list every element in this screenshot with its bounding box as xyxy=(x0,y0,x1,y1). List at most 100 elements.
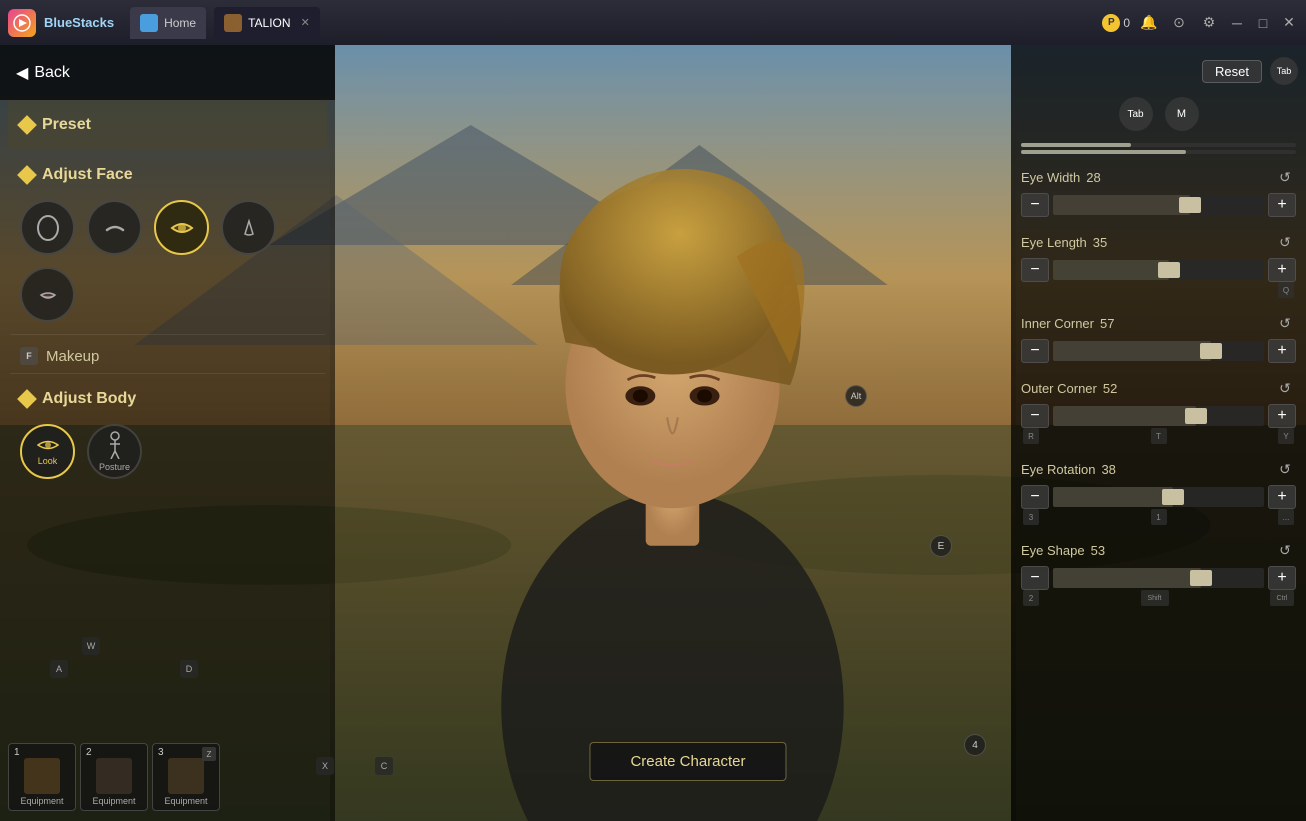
equip-slot-2[interactable]: 2 Equipment xyxy=(80,743,148,811)
eye-rotation-track[interactable] xyxy=(1053,487,1264,507)
eye-width-reset-btn[interactable]: ↺ xyxy=(1274,166,1296,188)
m-circle-btn[interactable]: M xyxy=(1165,97,1199,131)
brand-name: BlueStacks xyxy=(44,15,114,30)
character-area xyxy=(330,95,1016,821)
eye-width-fill xyxy=(1053,195,1190,215)
eye-shape-fill xyxy=(1053,568,1201,588)
lips-btn[interactable] xyxy=(20,267,75,322)
tab-key-badge[interactable]: Tab xyxy=(1270,57,1298,85)
inner-corner-row: Inner Corner 57 ↺ − + xyxy=(1021,312,1296,363)
inner-corner-label: Inner Corner xyxy=(1021,316,1094,331)
equip-number-3: 3 xyxy=(158,747,164,758)
eye-length-label: Eye Length xyxy=(1021,235,1087,250)
equip-number-2: 2 xyxy=(86,747,92,758)
divider-1 xyxy=(10,334,325,335)
tab-circle-btn[interactable]: Tab xyxy=(1119,97,1153,131)
dot-key-badge: ... xyxy=(1278,509,1294,525)
thin-slider-2 xyxy=(1021,150,1296,154)
outer-corner-keys: R T Y xyxy=(1021,428,1296,444)
outer-corner-track[interactable] xyxy=(1053,406,1264,426)
outer-corner-controls: − + xyxy=(1021,404,1296,428)
adjust-body-label: Adjust Body xyxy=(42,390,136,408)
eye-shape-minus-btn[interactable]: − xyxy=(1021,566,1049,590)
eye-shape-plus-btn[interactable]: + xyxy=(1268,566,1296,590)
eye-length-plus-btn[interactable]: + xyxy=(1268,258,1296,282)
inner-corner-track[interactable] xyxy=(1053,341,1264,361)
eye-rotation-thumb xyxy=(1162,489,1184,505)
gear-icon[interactable]: ⚙ xyxy=(1198,12,1220,34)
eye-rotation-reset-btn[interactable]: ↺ xyxy=(1274,458,1296,480)
face-shape-btn[interactable] xyxy=(20,200,75,255)
title-bar: BlueStacks Home TALION ✕ P 0 🔔 ⊙ ⚙ ─ □ ✕ xyxy=(0,0,1306,45)
eyebrow-btn[interactable] xyxy=(87,200,142,255)
eye-rotation-minus-btn[interactable]: − xyxy=(1021,485,1049,509)
equip-slot-3[interactable]: 3 Z Equipment xyxy=(152,743,220,811)
inner-corner-plus-btn[interactable]: + xyxy=(1268,339,1296,363)
outer-corner-plus-btn[interactable]: + xyxy=(1268,404,1296,428)
eye-width-row: Eye Width 28 ↺ − + xyxy=(1021,166,1296,217)
preset-label: Preset xyxy=(42,116,91,134)
posture-label: Posture xyxy=(99,462,130,472)
eye-rotation-label-row: Eye Rotation 38 ↺ xyxy=(1021,458,1296,480)
eye-width-track[interactable] xyxy=(1053,195,1264,215)
adjust-face-label: Adjust Face xyxy=(42,166,133,184)
eye-width-thumb xyxy=(1179,197,1201,213)
eye-shape-controls: − + xyxy=(1021,566,1296,590)
outer-corner-minus-btn[interactable]: − xyxy=(1021,404,1049,428)
eye-shape-label-row: Eye Shape 53 ↺ xyxy=(1021,539,1296,561)
maximize-icon[interactable]: □ xyxy=(1254,14,1272,32)
game-icon xyxy=(224,14,242,32)
eye-length-track[interactable] xyxy=(1053,260,1264,280)
back-button[interactable]: ◀ Back xyxy=(16,63,70,83)
shift-key-badge: Shift xyxy=(1141,590,1169,606)
nose-btn[interactable] xyxy=(221,200,276,255)
right-panel: Reset Tab Tab M xyxy=(1011,45,1306,821)
outer-corner-reset-btn[interactable]: ↺ xyxy=(1274,377,1296,399)
look-btn[interactable]: Look xyxy=(20,424,75,479)
circle-icon[interactable]: ⊙ xyxy=(1168,12,1190,34)
eye-shape-track[interactable] xyxy=(1053,568,1264,588)
minimize-icon[interactable]: ─ xyxy=(1228,14,1246,32)
posture-btn[interactable]: Posture xyxy=(87,424,142,479)
eye-rotation-controls: − + xyxy=(1021,485,1296,509)
eye-rotation-plus-btn[interactable]: + xyxy=(1268,485,1296,509)
equip-label-1: Equipment xyxy=(20,796,63,806)
equip-slot-1[interactable]: 1 Equipment xyxy=(8,743,76,811)
eye-btn[interactable] xyxy=(154,200,209,255)
ctrl-key-badge: Ctrl xyxy=(1270,590,1294,606)
eye-rotation-label: Eye Rotation xyxy=(1021,462,1095,477)
eye-shape-label: Eye Shape xyxy=(1021,543,1085,558)
thin-track-1[interactable] xyxy=(1021,143,1296,147)
tab-game-label: TALION xyxy=(248,16,290,30)
thin-fill-1 xyxy=(1021,143,1131,147)
bell-icon[interactable]: 🔔 xyxy=(1138,12,1160,34)
eye-width-label-row: Eye Width 28 ↺ xyxy=(1021,166,1296,188)
outer-corner-row: Outer Corner 52 ↺ − + R T Y xyxy=(1021,377,1296,444)
create-character-button[interactable]: Create Character xyxy=(589,742,786,781)
eye-width-label: Eye Width xyxy=(1021,170,1080,185)
preset-header: Preset xyxy=(20,108,315,142)
eye-length-reset-btn[interactable]: ↺ xyxy=(1274,231,1296,253)
tab-home[interactable]: Home xyxy=(130,7,206,39)
eye-length-minus-btn[interactable]: − xyxy=(1021,258,1049,282)
t-key-badge: T xyxy=(1151,428,1167,444)
inner-corner-minus-btn[interactable]: − xyxy=(1021,339,1049,363)
eye-length-row: Eye Length 35 ↺ − + . Q xyxy=(1021,231,1296,298)
outer-corner-thumb xyxy=(1185,408,1207,424)
adjust-body-section: Adjust Body Look Post xyxy=(8,378,327,487)
eye-length-thumb xyxy=(1158,262,1180,278)
q-key-badge: Q xyxy=(1278,282,1294,298)
eye-width-minus-btn[interactable]: − xyxy=(1021,193,1049,217)
thin-track-2[interactable] xyxy=(1021,150,1296,154)
inner-corner-reset-btn[interactable]: ↺ xyxy=(1274,312,1296,334)
close-tab-icon[interactable]: ✕ xyxy=(301,16,310,29)
eye-shape-reset-btn[interactable]: ↺ xyxy=(1274,539,1296,561)
eye-shape-row: Eye Shape 53 ↺ − + 2 Shift Ctrl xyxy=(1021,539,1296,606)
inner-corner-fill xyxy=(1053,341,1211,361)
c-key-badge: C xyxy=(375,757,393,775)
close-icon[interactable]: ✕ xyxy=(1280,14,1298,32)
tab-game[interactable]: TALION ✕ xyxy=(214,7,320,39)
eye-width-plus-btn[interactable]: + xyxy=(1268,193,1296,217)
eye-length-value: 35 xyxy=(1093,235,1107,250)
reset-button[interactable]: Reset xyxy=(1202,60,1262,83)
